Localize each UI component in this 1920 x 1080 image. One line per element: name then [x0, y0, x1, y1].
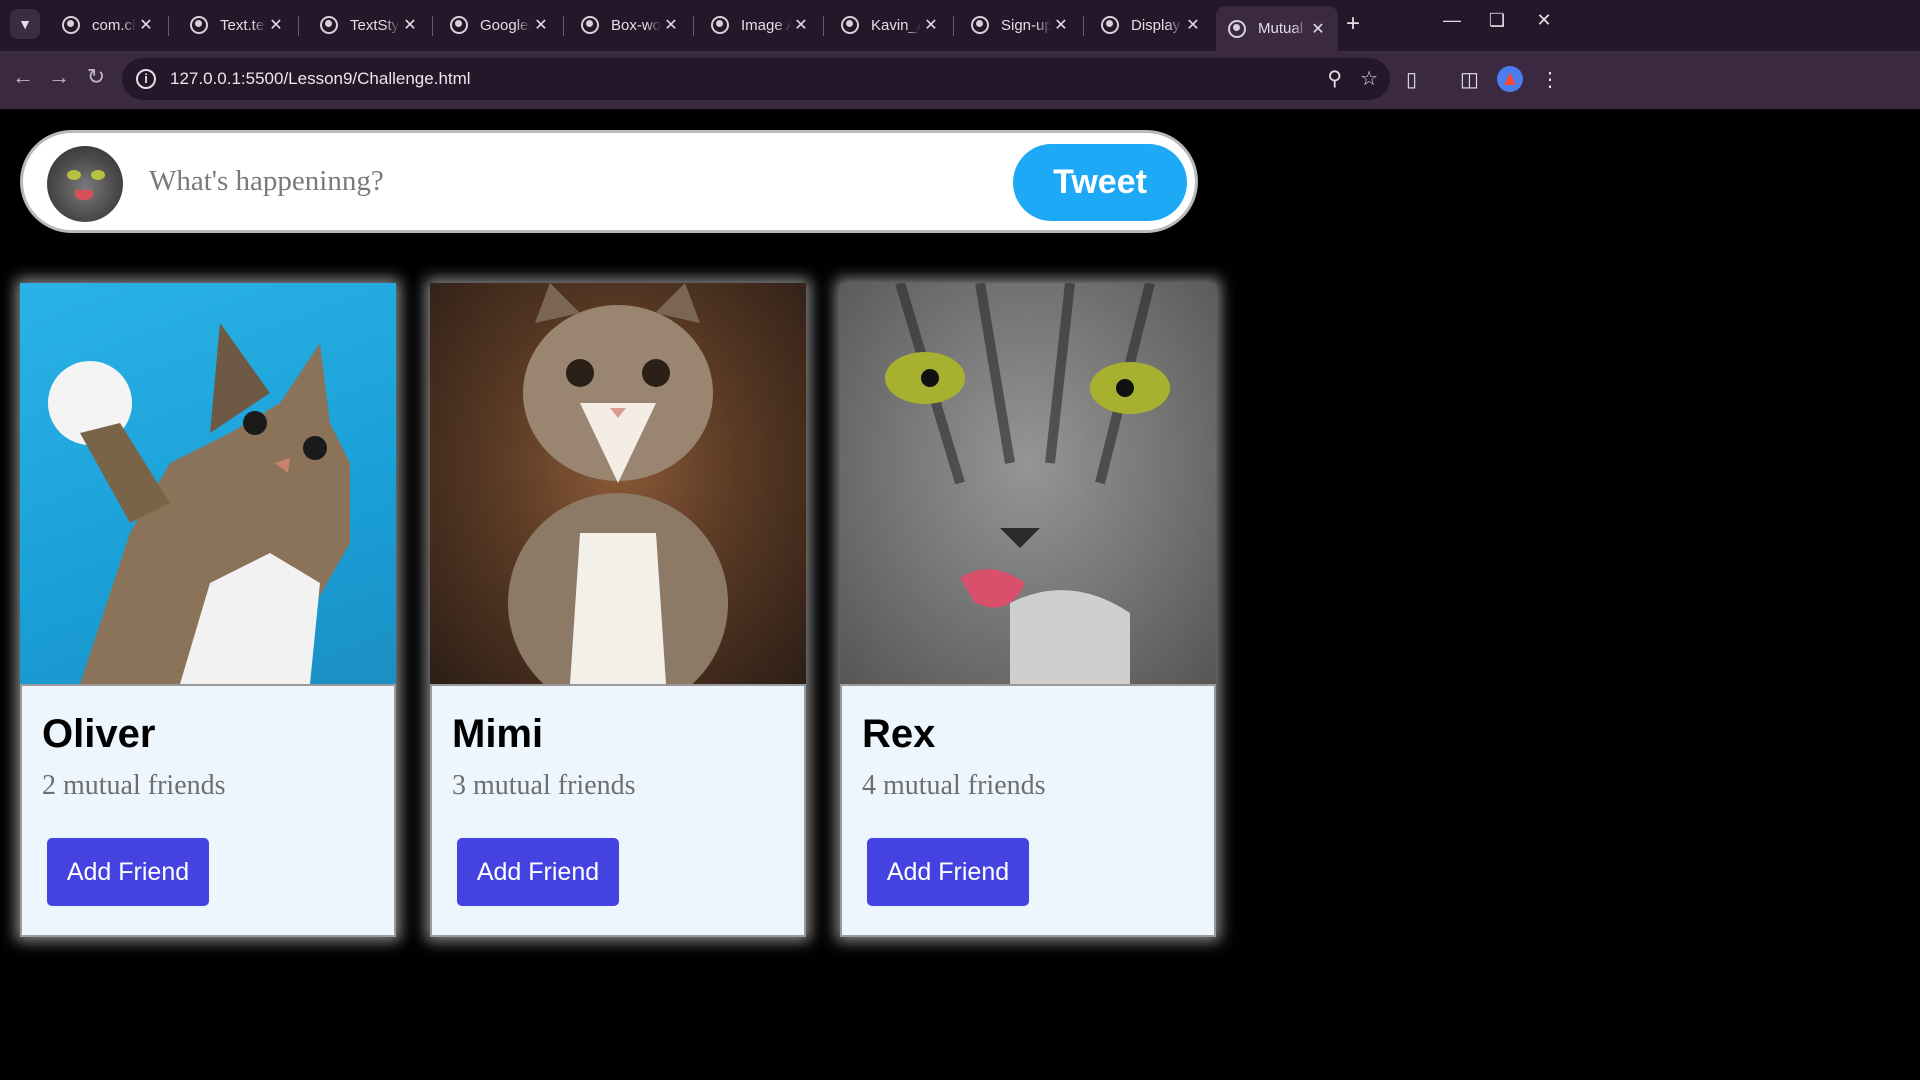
- friend-card: Mimi 3 mutual friends Add Friend: [430, 283, 806, 937]
- tab-item[interactable]: GoogleFon ✕: [438, 8, 561, 42]
- tab-separator: [432, 16, 433, 36]
- tab-title: Kavin_Adit: [871, 16, 921, 34]
- tweet-input[interactable]: [149, 159, 969, 203]
- close-icon[interactable]: ✕: [1051, 15, 1071, 35]
- close-icon[interactable]: ✕: [136, 15, 156, 35]
- omnibox-actions: ⚲ ☆: [1327, 66, 1378, 91]
- zoom-icon[interactable]: ⚲: [1327, 66, 1342, 91]
- tab-title: com.challe: [92, 16, 136, 34]
- add-friend-button[interactable]: Add Friend: [47, 838, 209, 906]
- globe-icon: [62, 16, 80, 34]
- cat-eye: [91, 170, 105, 180]
- globe-icon: [711, 16, 729, 34]
- tab-separator: [823, 16, 824, 36]
- close-icon[interactable]: ✕: [266, 15, 286, 35]
- tab-item[interactable]: TextStyle.te ✕: [308, 8, 430, 42]
- mutual-friends-count: 2 mutual friends: [42, 770, 226, 801]
- tab-separator: [168, 16, 169, 36]
- cat-photo: [430, 283, 806, 684]
- tab-separator: [693, 16, 694, 36]
- arrow-right-icon[interactable]: →: [44, 64, 74, 90]
- globe-icon: [971, 16, 989, 34]
- arrow-left-icon[interactable]: ←: [8, 64, 38, 90]
- close-icon[interactable]: ✕: [791, 15, 811, 35]
- close-icon[interactable]: ✕: [921, 15, 941, 35]
- friend-name: Mimi: [452, 712, 544, 756]
- globe-icon: [320, 16, 338, 34]
- friend-card: Oliver 2 mutual friends Add Friend: [20, 283, 396, 937]
- add-friend-button[interactable]: Add Friend: [867, 838, 1029, 906]
- info-icon[interactable]: i: [136, 69, 156, 89]
- tab-title: Display: [1131, 16, 1181, 34]
- cat-illustration: [840, 283, 1216, 684]
- tab-item[interactable]: Kavin_Adit ✕: [829, 8, 951, 42]
- cat-tongue: [75, 190, 93, 200]
- tab-item[interactable]: Image And ✕: [699, 8, 821, 42]
- tab-item[interactable]: Text.techcr ✕: [178, 8, 296, 42]
- tab-item[interactable]: Sign-up-F ✕: [959, 8, 1081, 42]
- tweet-composer: Tweet: [20, 130, 1198, 233]
- puzzle-icon[interactable]: ▯: [1406, 67, 1417, 92]
- close-icon[interactable]: ✕: [400, 15, 420, 35]
- close-window-icon[interactable]: ✕: [1524, 10, 1564, 31]
- globe-icon: [1228, 19, 1246, 38]
- tweet-button[interactable]: Tweet: [1013, 144, 1187, 221]
- card-body: Mimi 3 mutual friends Add Friend: [430, 684, 806, 937]
- tab-title: TextStyle.te: [350, 16, 400, 34]
- tab-title: Box-work: [611, 16, 661, 34]
- cat-photo: [20, 283, 396, 684]
- globe-icon: [1101, 16, 1119, 34]
- tab-title: Mutual Fri: [1258, 20, 1308, 37]
- close-icon[interactable]: ✕: [1308, 19, 1328, 39]
- tab-separator: [563, 16, 564, 36]
- card-body: Rex 4 mutual friends Add Friend: [840, 684, 1216, 937]
- tab-separator: [1083, 16, 1084, 36]
- minimize-icon[interactable]: —: [1432, 10, 1472, 31]
- cat-illustration: [48, 323, 350, 684]
- browser-toolbar: ← → ↻ i 127.0.0.1:5500/Lesson9/Challenge…: [0, 51, 1920, 109]
- tab-separator: [953, 16, 954, 36]
- plus-icon[interactable]: +: [1346, 10, 1360, 38]
- mutual-friends-count: 4 mutual friends: [862, 770, 1046, 801]
- kebab-menu-icon[interactable]: ⋮: [1540, 67, 1560, 92]
- tab-strip: ▼ com.challe ✕ Text.techcr ✕ TextStyle.t…: [0, 0, 1920, 51]
- close-icon[interactable]: ✕: [531, 15, 551, 35]
- tab-title: Sign-up-F: [1001, 16, 1051, 34]
- tab-item[interactable]: Box-work ✕: [569, 8, 691, 42]
- star-icon[interactable]: ☆: [1360, 66, 1378, 91]
- cat-photo: [840, 283, 1216, 684]
- friend-name: Rex: [862, 712, 936, 756]
- card-body: Oliver 2 mutual friends Add Friend: [20, 684, 396, 937]
- side-panel-icon[interactable]: ◫: [1460, 67, 1479, 92]
- reload-icon[interactable]: ↻: [81, 64, 111, 90]
- tab-title: Image And: [741, 16, 791, 34]
- tab-item[interactable]: com.challe ✕: [50, 8, 166, 42]
- tab-item-active[interactable]: Mutual Fri ✕: [1216, 6, 1338, 51]
- cat-illustration: [508, 283, 728, 684]
- friend-card: Rex 4 mutual friends Add Friend: [840, 283, 1216, 937]
- tab-separator: [298, 16, 299, 36]
- restore-icon[interactable]: ❏: [1477, 10, 1517, 31]
- url-text[interactable]: 127.0.0.1:5500/Lesson9/Challenge.html: [170, 69, 471, 89]
- globe-icon: [450, 16, 468, 34]
- close-icon[interactable]: ✕: [661, 15, 681, 35]
- globe-icon: [190, 16, 208, 34]
- page-content: Tweet Oliver 2 mutual friends Add Friend: [0, 109, 1920, 1080]
- globe-icon: [841, 16, 859, 34]
- tab-title: Text.techcr: [220, 16, 266, 34]
- tab-item[interactable]: Display ✕: [1089, 8, 1213, 42]
- close-icon[interactable]: ✕: [1183, 15, 1203, 35]
- chevron-down-icon: ▼: [18, 16, 32, 32]
- avatar[interactable]: [1497, 66, 1523, 92]
- tab-search-button[interactable]: ▼: [10, 9, 40, 39]
- add-friend-button[interactable]: Add Friend: [457, 838, 619, 906]
- mutual-friends-count: 3 mutual friends: [452, 770, 636, 801]
- cat-eye: [67, 170, 81, 180]
- address-bar[interactable]: i 127.0.0.1:5500/Lesson9/Challenge.html …: [122, 58, 1390, 100]
- tab-title: GoogleFon: [480, 16, 531, 34]
- friend-name: Oliver: [42, 712, 156, 756]
- globe-icon: [581, 16, 599, 34]
- avatar: [47, 146, 123, 222]
